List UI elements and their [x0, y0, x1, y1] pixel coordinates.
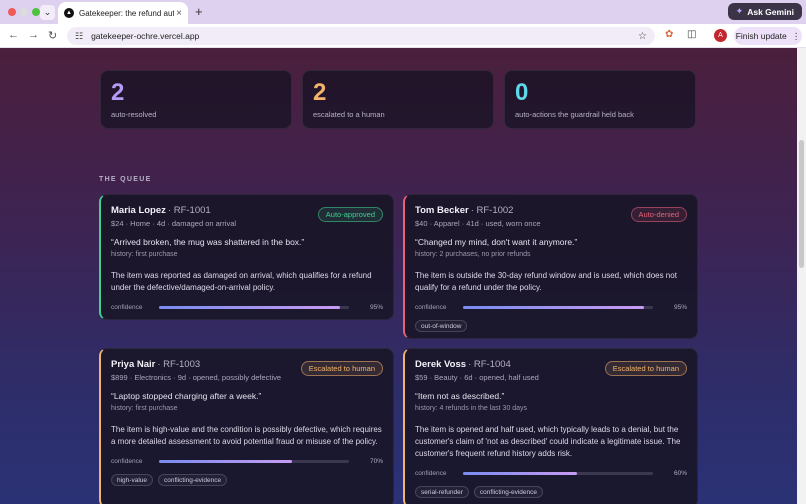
- refund-card[interactable]: Derek Voss · RF-1004 Escalated to human …: [403, 348, 698, 504]
- customer-name: Tom Becker: [415, 205, 469, 216]
- confidence-bar: [159, 305, 349, 309]
- reason-tag: serial-refunder: [415, 486, 469, 498]
- status-badge: Escalated to human: [604, 361, 687, 376]
- refund-card[interactable]: Priya Nair · RF-1003 Escalated to human …: [99, 348, 394, 504]
- ask-gemini-label: Ask Gemini: [747, 6, 794, 17]
- status-badge: Escalated to human: [300, 361, 383, 376]
- tab-list-chevron-icon[interactable]: ⌄: [40, 5, 55, 20]
- browser-tab-active[interactable]: ▲ Gatekeeper: the refund autopilot ×: [58, 2, 188, 24]
- confidence-fill: [159, 459, 292, 463]
- reload-icon[interactable]: ↻: [48, 29, 57, 42]
- confidence-fill: [159, 305, 340, 309]
- stat-label: auto-resolved: [111, 110, 157, 119]
- confidence-row: confidence 70%: [111, 456, 383, 466]
- minimize-window-button[interactable]: [20, 8, 28, 16]
- confidence-bar: [159, 459, 349, 463]
- tag-list: out-of-window: [415, 320, 687, 332]
- confidence-value: 60%: [673, 469, 687, 477]
- confidence-value: 95%: [673, 303, 687, 311]
- page-scrollbar[interactable]: [797, 48, 806, 504]
- reason-tag: high-value: [111, 474, 153, 486]
- site-favicon-icon: ▲: [64, 8, 74, 18]
- gemini-spark-icon: ✦: [735, 6, 744, 16]
- customer-history: history: 2 purchases, no prior refunds: [415, 251, 531, 258]
- status-badge: Auto-denied: [630, 207, 687, 222]
- refund-card[interactable]: Tom Becker · RF-1002 Auto-denied $40 · A…: [403, 194, 698, 339]
- page-content: 2 auto-resolved 2 escalated to a human 0…: [0, 48, 797, 504]
- tag-list: serial-refunder conflicting-evidence: [415, 486, 687, 498]
- close-window-button[interactable]: [8, 8, 16, 16]
- back-arrow-icon[interactable]: ←: [8, 29, 19, 41]
- customer-name: Priya Nair: [111, 359, 156, 370]
- status-badge: Auto-approved: [317, 207, 383, 222]
- finish-update-label: Finish update: [735, 31, 787, 41]
- customer-name: Derek Voss: [415, 359, 467, 370]
- confidence-fill: [463, 471, 577, 475]
- customer-quote: “Laptop stopped charging after a week.”: [111, 391, 262, 401]
- tab-title: Gatekeeper: the refund autopilot: [79, 8, 174, 18]
- extensions-puzzle-icon[interactable]: ◫: [687, 29, 696, 40]
- customer-quote: “Arrived broken, the mug was shattered i…: [111, 237, 305, 247]
- stat-card-held-back: 0 auto-actions the guardrail held back: [504, 70, 696, 129]
- profile-avatar[interactable]: A: [714, 29, 727, 42]
- refund-card[interactable]: Maria Lopez · RF-1001 Auto-approved $24 …: [99, 194, 394, 320]
- stat-label: auto-actions the guardrail held back: [515, 110, 634, 119]
- confidence-label: confidence: [415, 469, 447, 477]
- tag-list: high-value conflicting-evidence: [111, 474, 383, 486]
- refund-id: · RF-1002: [470, 205, 514, 216]
- stat-card-escalated: 2 escalated to a human: [302, 70, 494, 129]
- confidence-label: confidence: [111, 303, 143, 311]
- tab-close-icon[interactable]: ×: [176, 8, 182, 19]
- confidence-bar: [463, 471, 653, 475]
- confidence-label: confidence: [111, 457, 143, 465]
- decision-reason: The item is opened and half used, which …: [415, 425, 681, 458]
- address-url[interactable]: gatekeeper-ochre.vercel.app: [91, 31, 199, 41]
- confidence-label: confidence: [415, 303, 447, 311]
- browser-tab-strip: ⌄ ▲ Gatekeeper: the refund autopilot × +…: [0, 0, 806, 24]
- page-scrollbar-thumb[interactable]: [799, 140, 804, 268]
- reason-tag: conflicting-evidence: [473, 486, 544, 498]
- confidence-row: confidence 95%: [111, 302, 383, 312]
- confidence-row: confidence 95%: [415, 302, 687, 312]
- maximize-window-button[interactable]: [32, 8, 40, 16]
- site-settings-tune-icon[interactable]: ☷: [75, 31, 83, 42]
- refund-id: · RF-1003: [157, 359, 201, 370]
- stat-card-auto-resolved: 2 auto-resolved: [100, 70, 292, 129]
- decision-reason: The item is outside the 30-day refund wi…: [415, 271, 677, 292]
- more-menu-kebab-icon[interactable]: ⋮: [792, 31, 801, 42]
- confidence-row: confidence 60%: [415, 468, 687, 478]
- customer-quote: “Changed my mind, don't want it anymore.…: [415, 237, 578, 247]
- stat-value: 2: [313, 79, 327, 106]
- customer-history: history: first purchase: [111, 251, 178, 258]
- forward-arrow-icon[interactable]: →: [28, 29, 39, 41]
- stat-value: 2: [111, 79, 125, 106]
- new-tab-plus-icon[interactable]: +: [195, 4, 203, 19]
- stat-label: escalated to a human: [313, 110, 385, 119]
- customer-name: Maria Lopez: [111, 205, 166, 216]
- confidence-bar: [463, 305, 653, 309]
- decision-reason: The item is high-value and the condition…: [111, 425, 382, 446]
- browser-toolbar: ← → ↻ ☷ gatekeeper-ochre.vercel.app ☆ ✿ …: [0, 24, 806, 48]
- bookmark-star-icon[interactable]: ☆: [638, 31, 647, 42]
- reason-tag: conflicting-evidence: [158, 474, 228, 486]
- confidence-value: 95%: [369, 303, 383, 311]
- refund-id: · RF-1001: [167, 205, 211, 216]
- finish-update-button[interactable]: Finish update ⋮: [734, 27, 802, 45]
- queue-section-title: THE QUEUE: [99, 176, 152, 183]
- stat-value: 0: [515, 79, 529, 106]
- refund-id: · RF-1004: [468, 359, 511, 370]
- reason-tag: out-of-window: [415, 320, 468, 332]
- customer-history: history: first purchase: [111, 405, 178, 412]
- decision-reason: The item was reported as damaged on arri…: [111, 271, 372, 292]
- ask-gemini-button[interactable]: ✦ Ask Gemini: [727, 3, 802, 20]
- confidence-fill: [463, 305, 644, 309]
- address-bar[interactable]: ☷ gatekeeper-ochre.vercel.app ☆: [67, 27, 655, 45]
- extension-puzzle-flower-icon[interactable]: ✿: [665, 29, 673, 40]
- customer-history: history: 4 refunds in the last 30 days: [415, 405, 528, 412]
- confidence-value: 70%: [369, 457, 383, 465]
- customer-quote: “Item not as described.”: [415, 391, 505, 401]
